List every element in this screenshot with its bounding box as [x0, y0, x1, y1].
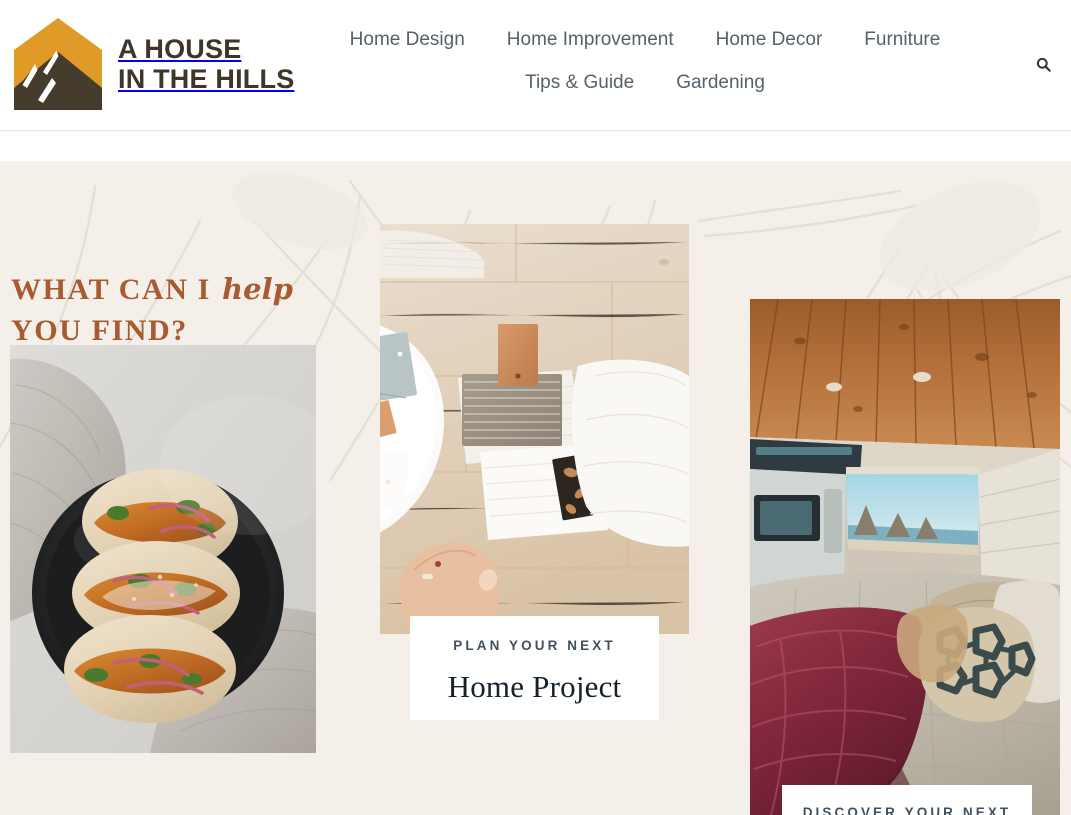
logo-wordmark: A HOUSE IN THE HILLS: [118, 34, 294, 94]
card-home-project-title: Home Project: [447, 668, 622, 704]
card-home-project[interactable]: Plan your next Home Project: [380, 224, 689, 720]
card-home-decor-image[interactable]: [750, 299, 1060, 815]
search-icon: [1036, 57, 1051, 75]
hero-heading-after: you find?: [11, 314, 188, 348]
card-recipes-image[interactable]: [10, 345, 316, 753]
card-home-project-kicker: Plan your next: [453, 638, 616, 653]
hero-heading-before: What can i: [11, 273, 211, 306]
logo-line-1: A HOUSE: [118, 33, 242, 64]
house-mountain-logo-icon: [12, 16, 104, 112]
header-spacer: [0, 131, 1071, 161]
nav-item-home-decor[interactable]: Home Decor: [716, 22, 823, 57]
nav-item-furniture[interactable]: Furniture: [864, 22, 940, 57]
card-home-decor-caption[interactable]: Discover your next Home Decor: [782, 785, 1032, 815]
card-recipes[interactable]: Find Dinner Tonight Delicious Recipes: [10, 345, 316, 753]
card-home-decor-kicker: Discover your next: [802, 805, 1012, 815]
nav-item-gardening[interactable]: Gardening: [676, 65, 765, 100]
primary-nav: Home Design Home Improvement Home Decor …: [280, 22, 1010, 101]
hero-heading-script: help: [222, 272, 293, 306]
site-header: A HOUSE IN THE HILLS Home Design Home Im…: [0, 0, 1071, 131]
nav-item-tips-guide[interactable]: Tips & Guide: [525, 65, 634, 100]
logo-line-2: IN THE HILLS: [118, 64, 295, 94]
nav-item-home-design[interactable]: Home Design: [350, 22, 465, 57]
hero-section: What can i help you find?: [0, 161, 1071, 815]
hero-heading: What can i help you find?: [11, 269, 311, 351]
page-root: A HOUSE IN THE HILLS Home Design Home Im…: [0, 0, 1071, 815]
search-button[interactable]: [1031, 54, 1055, 78]
card-home-project-caption[interactable]: Plan your next Home Project: [410, 616, 659, 720]
card-home-decor[interactable]: Discover your next Home Decor: [750, 299, 1060, 815]
nav-item-home-improvement[interactable]: Home Improvement: [507, 22, 674, 57]
card-home-project-image[interactable]: [380, 224, 689, 634]
site-logo[interactable]: A HOUSE IN THE HILLS: [12, 16, 294, 112]
